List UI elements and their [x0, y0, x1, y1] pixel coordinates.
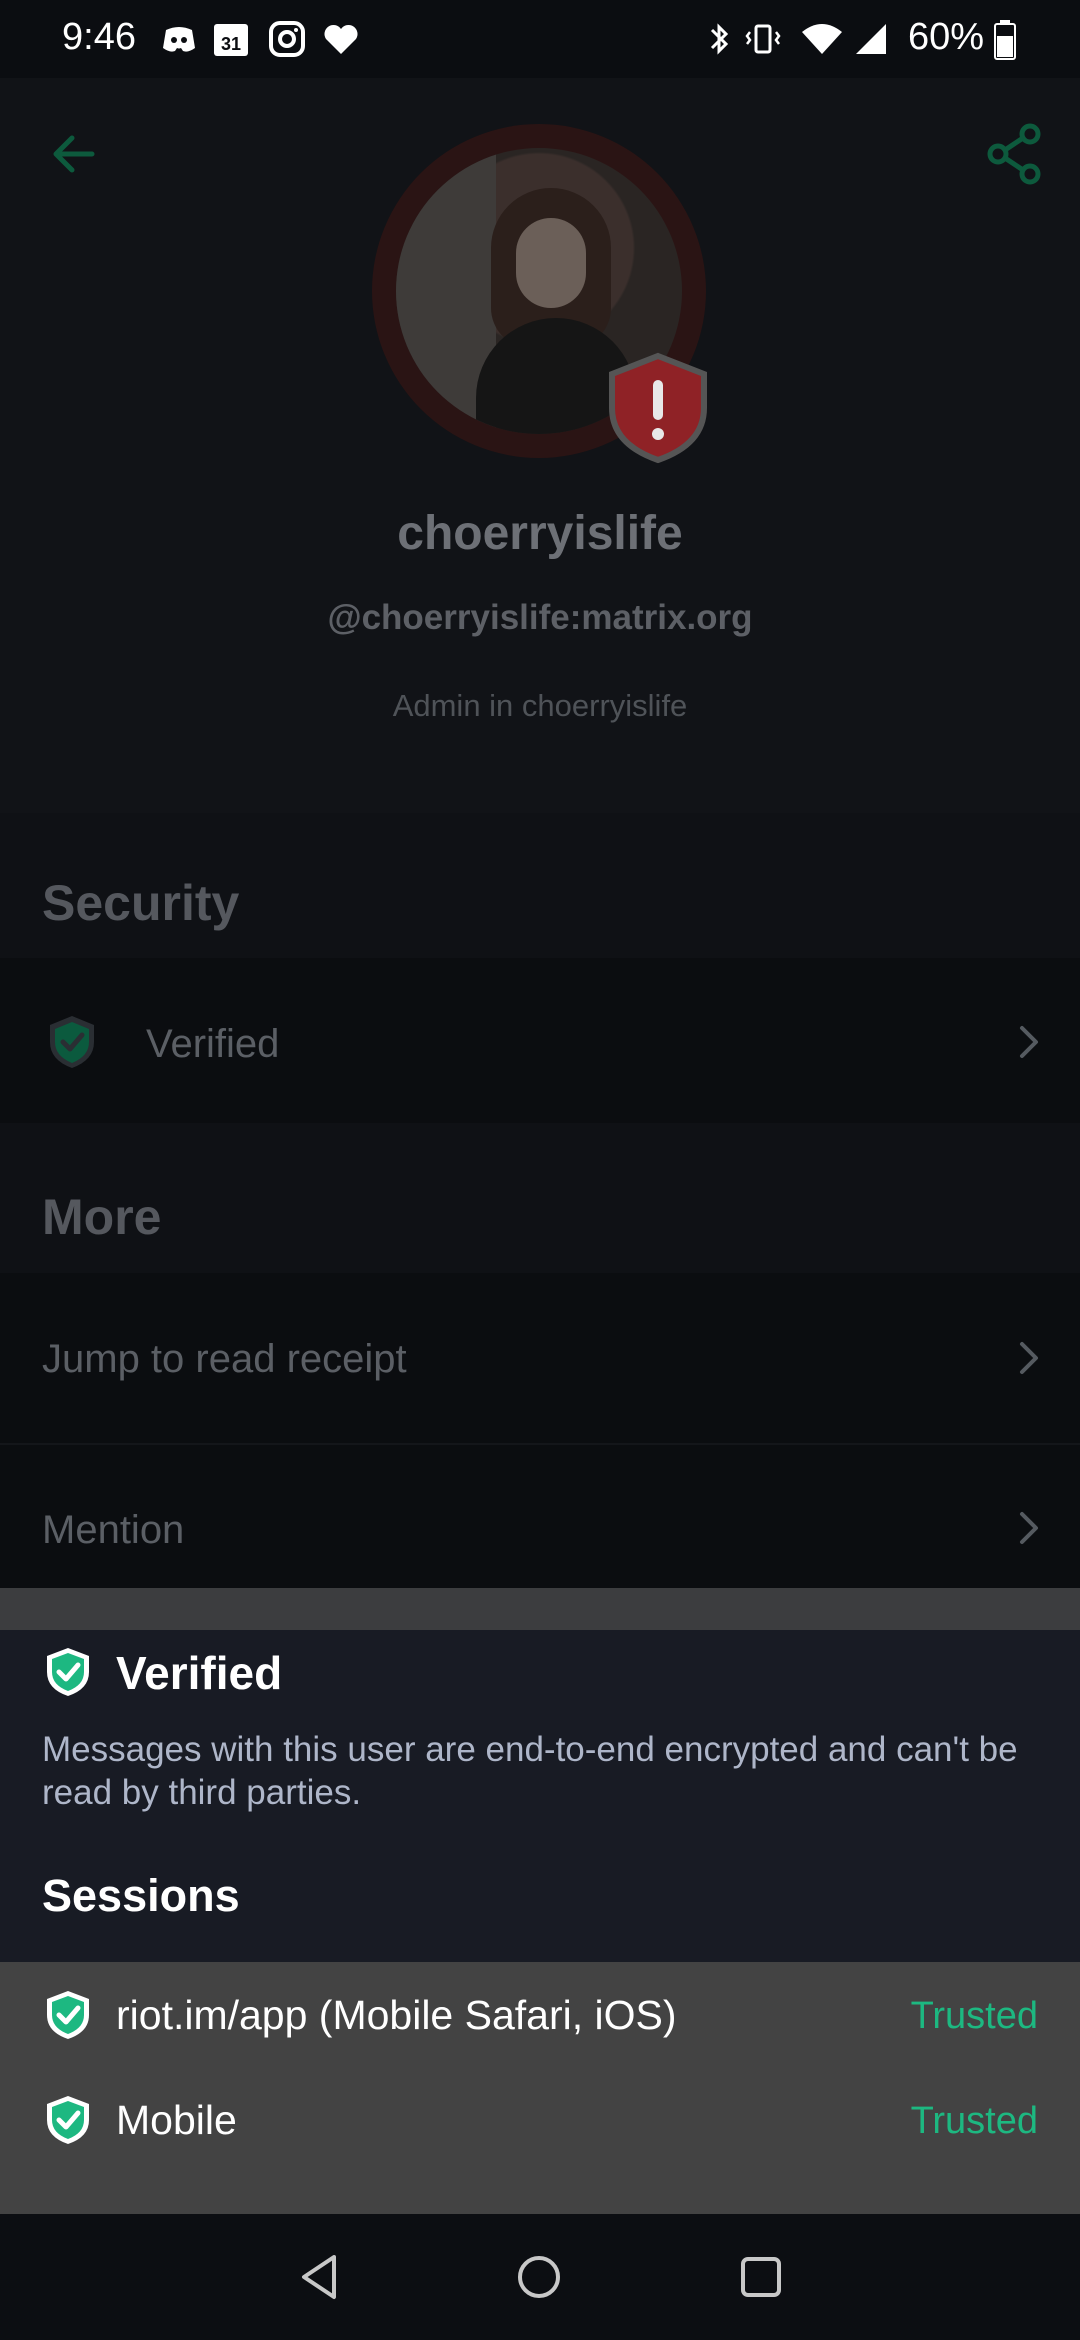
session-name: riot.im/app (Mobile Safari, iOS)	[116, 1992, 677, 2038]
discord-icon	[163, 27, 195, 52]
session-trust-status: Trusted	[910, 1995, 1038, 2037]
warning-shield-icon	[609, 352, 707, 464]
sheet-description: Messages with this user are end-to-end e…	[42, 1730, 1018, 1812]
verified-shield-icon	[47, 2096, 89, 2144]
status-bar: 9:46 31 60%	[0, 0, 1080, 78]
session-trust-status: Trusted	[910, 2100, 1038, 2142]
share-icon[interactable]	[986, 122, 1044, 186]
signal-icon	[856, 24, 886, 54]
security-verified-label: Verified	[146, 1022, 280, 1066]
battery-icon	[994, 20, 1016, 60]
jump-to-read-receipt-label: Jump to read receipt	[42, 1337, 407, 1381]
sheet-title: Verified	[116, 1647, 283, 1699]
vibrate-icon	[745, 24, 781, 54]
sessions-title: Sessions	[42, 1870, 240, 1921]
matrix-id: @choerryislife:matrix.org	[327, 598, 753, 637]
recents-nav-icon[interactable]	[740, 2256, 782, 2298]
more-title: More	[42, 1189, 162, 1245]
chevron-right-icon	[1020, 1512, 1038, 1544]
heart-icon	[324, 24, 358, 54]
verified-shield-icon	[50, 1016, 94, 1068]
bottom-sheet-handle[interactable]	[0, 1588, 1080, 1630]
power-level-label: Admin in choerryislife	[392, 688, 688, 723]
chevron-right-icon	[1020, 1026, 1038, 1058]
back-nav-icon[interactable]	[298, 2252, 342, 2302]
mention-label: Mention	[42, 1508, 185, 1552]
home-nav-icon[interactable]	[516, 2254, 562, 2300]
status-time: 9:46	[62, 16, 136, 58]
calendar-icon: 31	[214, 24, 248, 56]
security-title: Security	[42, 875, 240, 931]
verified-shield-icon	[47, 1991, 89, 2039]
bluetooth-icon	[710, 23, 729, 55]
wifi-icon	[802, 24, 842, 54]
verified-shield-icon	[47, 1648, 89, 1696]
session-name: Mobile	[116, 2097, 237, 2143]
back-arrow-icon[interactable]	[48, 128, 100, 180]
more-section-header	[0, 1123, 1080, 1273]
chevron-right-icon	[1020, 1342, 1038, 1374]
battery-percent: 60%	[908, 16, 985, 58]
svg-text:31: 31	[221, 34, 241, 54]
display-name: choerryislife	[397, 507, 683, 560]
instagram-icon	[269, 21, 305, 57]
